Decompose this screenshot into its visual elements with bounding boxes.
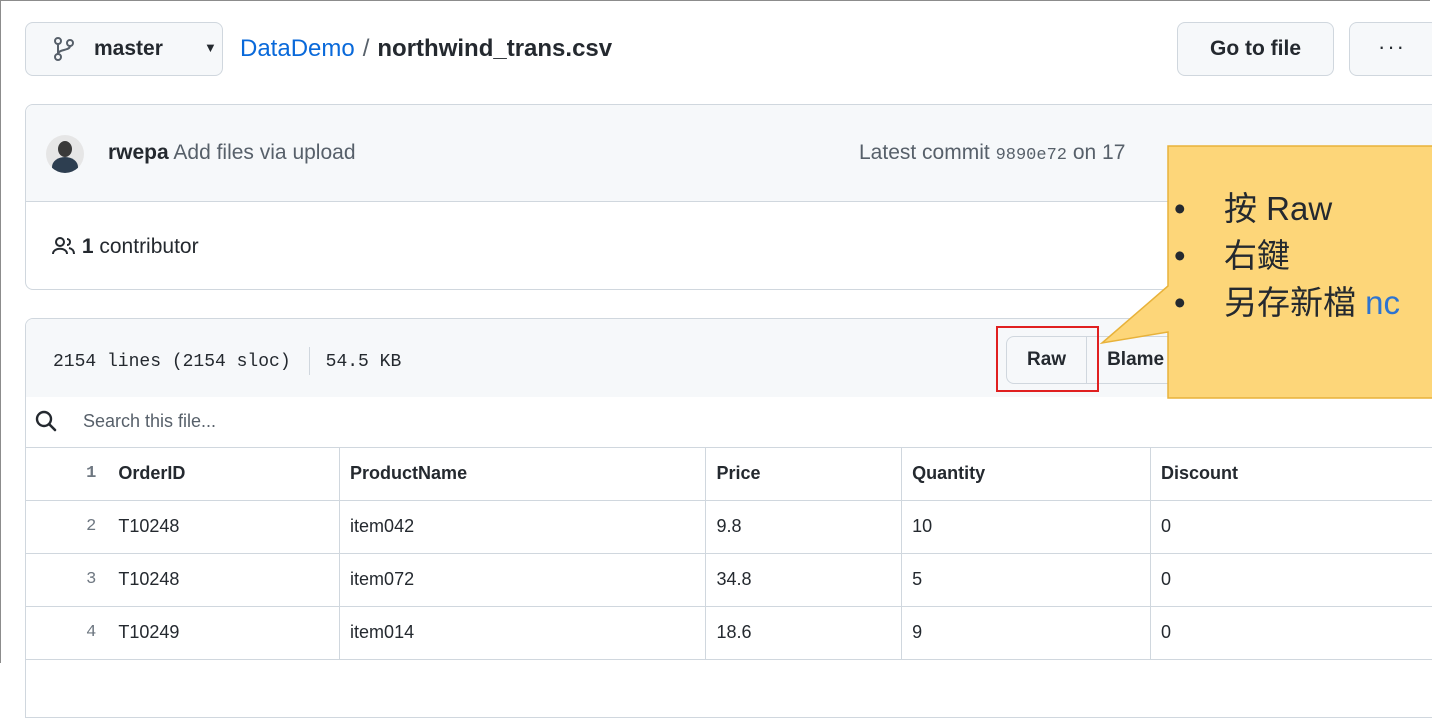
raw-highlight-box <box>996 326 1099 392</box>
contributor-count: 1 <box>81 235 94 258</box>
table-cell: T10248 <box>108 500 341 554</box>
commit-author[interactable]: rwepa <box>108 141 169 164</box>
callout-item-save-as: 另存新檔 nc <box>1172 279 1400 326</box>
blame-button[interactable]: Blame <box>1087 337 1186 383</box>
line-count: 2154 lines (2154 sloc) <box>53 351 291 372</box>
table-cell: T10248 <box>108 553 341 607</box>
table-cell: item072 <box>339 553 707 607</box>
table-cell: 9 <box>901 606 1151 660</box>
table-row: 2 T10248 item042 9.8 10 0 <box>26 500 1432 554</box>
table-cell: T10249 <box>108 606 341 660</box>
table-cell: 5 <box>901 553 1151 607</box>
go-to-file-button[interactable]: Go to file <box>1177 22 1334 76</box>
search-icon <box>35 410 57 437</box>
latest-commit-info: Latest commit 9890e72 on 17 <box>859 141 1125 165</box>
commit-sha[interactable]: 9890e72 <box>996 146 1067 165</box>
breadcrumb-separator: / <box>362 35 370 62</box>
commit-message[interactable]: Add files via upload <box>173 141 355 164</box>
git-branch-icon <box>52 36 76 68</box>
branch-selector-button[interactable]: master ▼ <box>25 22 223 76</box>
callout-item-right-click: 右鍵 <box>1172 232 1400 279</box>
table-row: 3 T10248 item072 34.8 5 0 <box>26 553 1432 607</box>
callout-text: 按 Raw 右鍵 另存新檔 nc <box>1172 185 1400 326</box>
file-size: 54.5 KB <box>325 351 402 372</box>
file-header: 2154 lines (2154 sloc) 54.5 KB Raw Blame <box>26 319 1432 398</box>
table-cell: 18.6 <box>705 606 903 660</box>
avatar[interactable] <box>46 135 84 173</box>
latest-commit-label: Latest commit <box>859 141 990 164</box>
table-cell: item042 <box>339 500 707 554</box>
branch-name: master <box>94 37 163 60</box>
callout-item-raw: 按 Raw <box>1172 185 1400 232</box>
table-cell: 9.8 <box>705 500 903 554</box>
commit-date: on 17 <box>1072 141 1126 164</box>
contributors[interactable]: 1 contributor <box>52 235 199 259</box>
line-number[interactable]: 2 <box>26 500 109 554</box>
table-cell: ProductName <box>339 447 707 501</box>
table-cell: item014 <box>339 606 707 660</box>
contributor-label: contributor <box>99 235 199 258</box>
people-icon <box>52 235 82 258</box>
table-cell: Price <box>705 447 903 501</box>
callout-filename-link: nc <box>1365 284 1401 321</box>
line-number[interactable]: 1 <box>26 447 109 501</box>
line-number[interactable]: 4 <box>26 606 109 660</box>
table-cell: 34.8 <box>705 553 903 607</box>
table-cell: Discount <box>1150 447 1432 501</box>
commit-summary: rwepa Add files via upload <box>108 141 356 165</box>
search-row[interactable]: Search this file... <box>26 397 1432 448</box>
callout-save-as-text: 另存新檔 <box>1224 284 1356 321</box>
chevron-down-icon: ▼ <box>204 40 217 55</box>
repo-link[interactable]: DataDemo <box>240 35 355 62</box>
table-cell: 0 <box>1150 500 1432 554</box>
table-cell: 0 <box>1150 606 1432 660</box>
csv-table: 1 OrderID ProductName Price Quantity Discount… <box>26 447 1432 660</box>
table-header-row: 1 OrderID ProductName Price Quantity Discount <box>26 447 1432 501</box>
copy-download-group[interactable] <box>1198 336 1314 382</box>
file-box: 2154 lines (2154 sloc) 54.5 KB Raw Blame … <box>25 318 1432 718</box>
file-name: northwind_trans.csv <box>377 35 613 62</box>
breadcrumb: DataDemo / northwind_trans.csv <box>240 35 612 63</box>
more-options-button[interactable]: ··· <box>1349 22 1432 76</box>
table-cell: 0 <box>1150 553 1432 607</box>
search-input[interactable]: Search this file... <box>83 411 216 432</box>
table-row: 4 T10249 item014 18.6 9 0 <box>26 606 1432 660</box>
line-number[interactable]: 3 <box>26 553 109 607</box>
table-cell: Quantity <box>901 447 1151 501</box>
file-info: 2154 lines (2154 sloc) 54.5 KB <box>53 347 401 375</box>
table-cell: OrderID <box>108 447 341 501</box>
table-cell: 10 <box>901 500 1151 554</box>
